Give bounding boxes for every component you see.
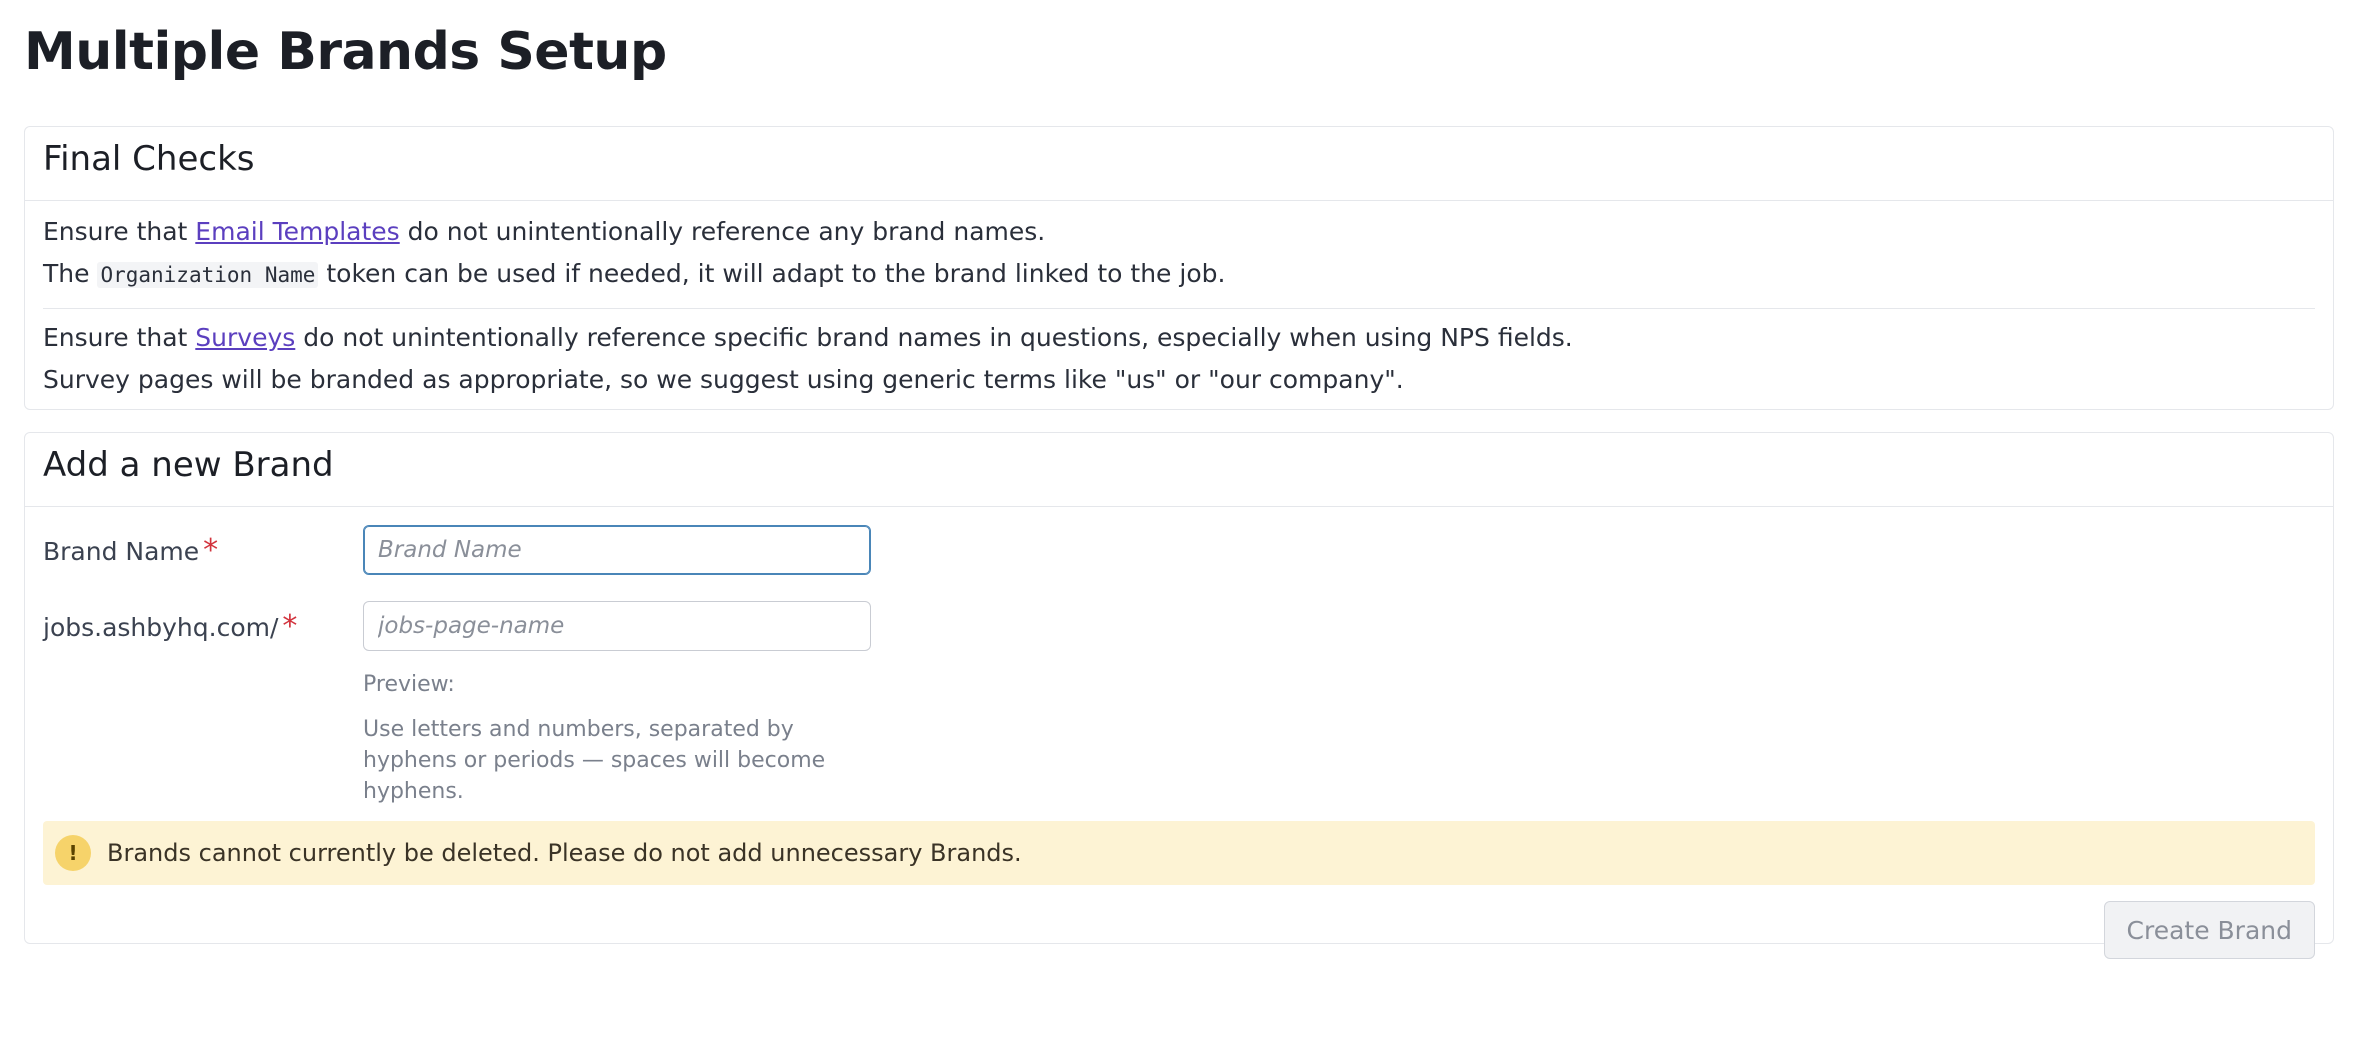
token-note-suffix: token can be used if needed, it will ada… <box>326 259 1226 288</box>
email-check-prefix: Ensure that <box>43 217 188 246</box>
add-brand-panel: Add a new Brand Brand Name* jobs.ashbyhq… <box>24 432 2334 959</box>
required-asterisk: * <box>282 609 298 644</box>
token-note-prefix: The <box>43 259 90 288</box>
brand-name-row: Brand Name * <box>25 507 2333 575</box>
warning-icon: ! <box>55 835 91 871</box>
survey-branding-note: Survey pages will be branded as appropri… <box>43 365 1404 394</box>
email-check-line: Ensure that Email Templates do not unint… <box>43 211 2315 253</box>
brand-name-label: Brand Name * <box>43 525 363 568</box>
token-note-line: The Organization Name token can be used … <box>43 253 2315 296</box>
page-title: Multiple Brands Setup <box>24 22 667 82</box>
warning-alert: ! Brands cannot currently be deleted. Pl… <box>43 821 2315 885</box>
surveys-check-prefix: Ensure that <box>43 323 188 352</box>
jobs-page-hint: Use letters and numbers, separated by hy… <box>363 717 826 804</box>
jobs-page-label: jobs.ashbyhq.com/* <box>43 601 363 644</box>
jobs-page-label-text: jobs.ashbyhq.com/ <box>43 613 279 642</box>
email-check: Ensure that Email Templates do not unint… <box>25 201 2333 308</box>
jobs-page-field: Preview: Use letters and numbers, separa… <box>363 601 871 807</box>
add-brand-title: Add a new Brand <box>25 433 2333 507</box>
organization-name-token: Organization Name <box>97 262 319 288</box>
email-check-suffix: do not unintentionally reference any bra… <box>407 217 1046 246</box>
required-asterisk: * <box>203 533 219 568</box>
brand-name-label-text: Brand Name <box>43 537 200 566</box>
warning-alert-text: Brands cannot currently be deleted. Plea… <box>107 839 1022 867</box>
brand-name-input[interactable] <box>363 525 871 575</box>
create-brand-button[interactable]: Create Brand <box>2103 901 2315 959</box>
final-checks-title: Final Checks <box>25 127 2333 201</box>
email-templates-link[interactable]: Email Templates <box>195 217 399 246</box>
page: Multiple Brands Setup Final Checks Ensur… <box>0 0 2358 959</box>
jobs-page-input[interactable] <box>363 601 871 651</box>
final-checks-panel: Final Checks Ensure that Email Templates… <box>24 126 2334 410</box>
form-actions: Create Brand <box>25 885 2333 959</box>
brand-name-field <box>363 525 871 575</box>
preview-label: Preview: <box>363 672 455 697</box>
surveys-check-suffix: do not unintentionally reference specifi… <box>303 323 1573 352</box>
surveys-check: Ensure that Surveys do not unintentional… <box>43 308 2315 401</box>
jobs-page-row: jobs.ashbyhq.com/* Preview: Use letters … <box>25 575 2333 807</box>
surveys-check-line: Ensure that Surveys do not unintentional… <box>43 317 2315 359</box>
surveys-link[interactable]: Surveys <box>195 323 295 352</box>
